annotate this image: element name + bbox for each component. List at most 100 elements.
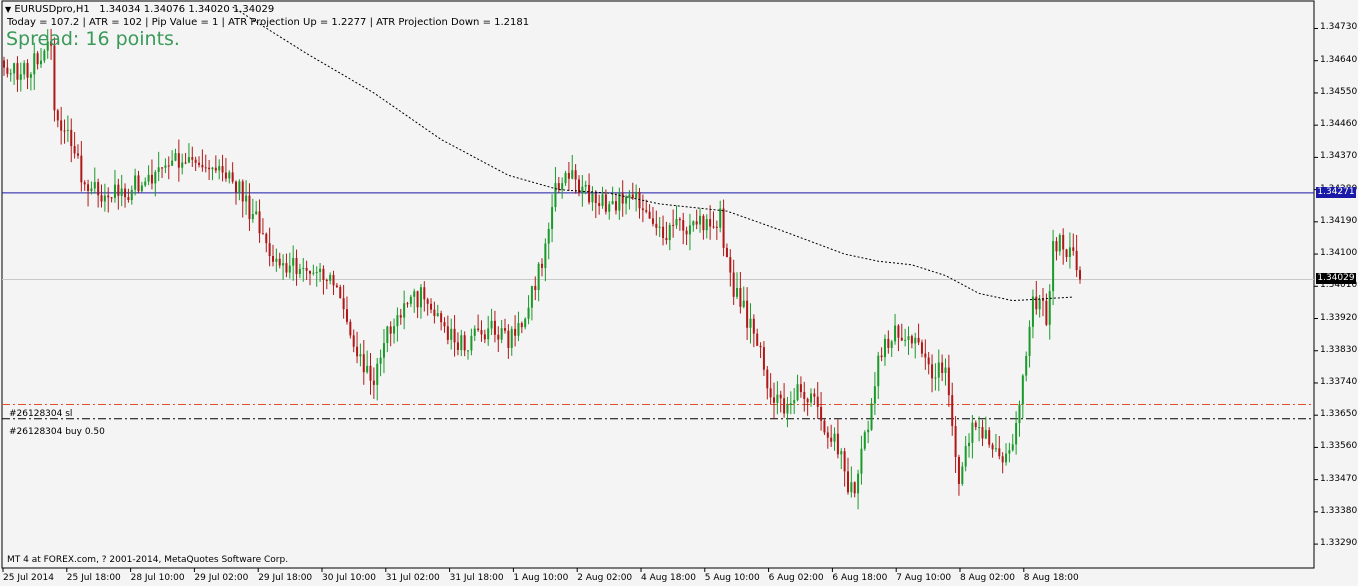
candle-body (322, 268, 325, 280)
candle-body (130, 189, 133, 201)
price-chart[interactable] (0, 0, 1358, 586)
candle-body (554, 183, 557, 208)
copyright-text: MT 4 at FOREX.com, ? 2001-2014, MetaQuot… (7, 555, 289, 565)
candle-body (440, 313, 443, 323)
candle-body (783, 398, 786, 414)
candle-body (66, 129, 69, 131)
candle-body (167, 165, 170, 167)
candle-body (265, 233, 268, 244)
candle-body (453, 328, 456, 343)
candle-body (998, 448, 1001, 457)
candle-body (295, 257, 298, 275)
candle-body (883, 338, 886, 358)
candle-body (436, 313, 439, 316)
candle-body (567, 172, 570, 179)
symbol-header: ▼ EURUSDpro,H1 1.34034 1.34076 1.34020 1… (5, 4, 274, 15)
candle-body (729, 257, 732, 273)
candle-body (93, 182, 96, 189)
candle-body (144, 181, 147, 186)
candle-body (13, 63, 16, 74)
candle-body (762, 347, 765, 370)
candle-body (339, 287, 342, 299)
candle-body (379, 357, 382, 364)
candle-body (1065, 249, 1068, 257)
candle-body (816, 396, 819, 407)
candle-body (352, 335, 355, 347)
candle-body (672, 224, 675, 226)
candle-body (1055, 241, 1058, 252)
candle-body (833, 433, 836, 442)
candle-body (258, 211, 261, 234)
candle-body (214, 167, 217, 171)
x-tick-label: 8 Aug 18:00 (1023, 573, 1079, 583)
candle-body (319, 268, 322, 272)
candle-body (177, 153, 180, 168)
candle-body (1078, 270, 1082, 280)
candle-body (877, 355, 880, 387)
candle-body (366, 365, 369, 373)
candle-body (9, 73, 12, 75)
candle-body (261, 233, 264, 235)
candle-body (540, 263, 544, 268)
candle-body (73, 146, 76, 154)
candle-body (83, 182, 86, 185)
candle-body (705, 219, 708, 231)
candle-body (399, 315, 402, 318)
candle-body (164, 165, 167, 168)
candle-body (1045, 300, 1048, 325)
candle-body (1021, 375, 1024, 405)
candle-body (483, 334, 486, 340)
candle-body (235, 181, 238, 193)
dotted-average-line (232, 6, 1074, 302)
candle-body (678, 219, 681, 221)
y-tick-label: 1.33920 (1320, 312, 1358, 323)
candle-body (520, 323, 523, 328)
candle-body (443, 322, 446, 327)
candle-body (675, 219, 678, 226)
candle-body (551, 207, 554, 229)
y-tick-label: 1.33740 (1320, 376, 1358, 387)
candle-body (107, 195, 110, 198)
candle-body (198, 162, 201, 165)
collapse-triangle-icon[interactable]: ▼ (5, 5, 11, 14)
candle-body (446, 326, 449, 340)
candle-body (685, 230, 688, 235)
candle-body (423, 287, 426, 300)
candle-body (500, 328, 503, 340)
candle-body (342, 298, 345, 310)
candle-body (29, 74, 32, 78)
candle-body (184, 162, 187, 164)
candle-body (63, 130, 66, 132)
candle-body (70, 129, 73, 147)
candle-body (393, 326, 396, 334)
candle-body (477, 328, 480, 330)
candle-body (537, 263, 540, 290)
candle-body (406, 303, 409, 305)
candle-body (736, 287, 739, 297)
candle-body (460, 335, 463, 350)
x-tick-label: 5 Aug 10:00 (704, 573, 760, 583)
horizontal-line-price-box[interactable]: 1.34271 (1316, 186, 1356, 198)
candle-body (211, 167, 214, 170)
candle-body (894, 325, 897, 342)
candle-body (917, 337, 920, 343)
candle-body (514, 328, 517, 336)
candle-body (759, 345, 762, 348)
candle-body (134, 175, 137, 190)
y-tick-label: 1.34640 (1320, 54, 1358, 65)
candle-body (430, 303, 433, 310)
candle-body (113, 184, 116, 198)
candle-body (853, 482, 856, 494)
candle-body (715, 226, 718, 228)
candle-body (746, 300, 749, 328)
candle-body (846, 471, 849, 493)
candle-body (927, 357, 930, 365)
x-tick-label: 31 Jul 18:00 (449, 573, 504, 583)
candle-body (682, 220, 685, 231)
candle-body (26, 63, 29, 78)
candle-body (80, 155, 83, 183)
y-tick-label: 1.34190 (1320, 215, 1358, 226)
candle-body (604, 194, 607, 212)
candle-body (127, 197, 130, 201)
candle-body (292, 257, 295, 266)
